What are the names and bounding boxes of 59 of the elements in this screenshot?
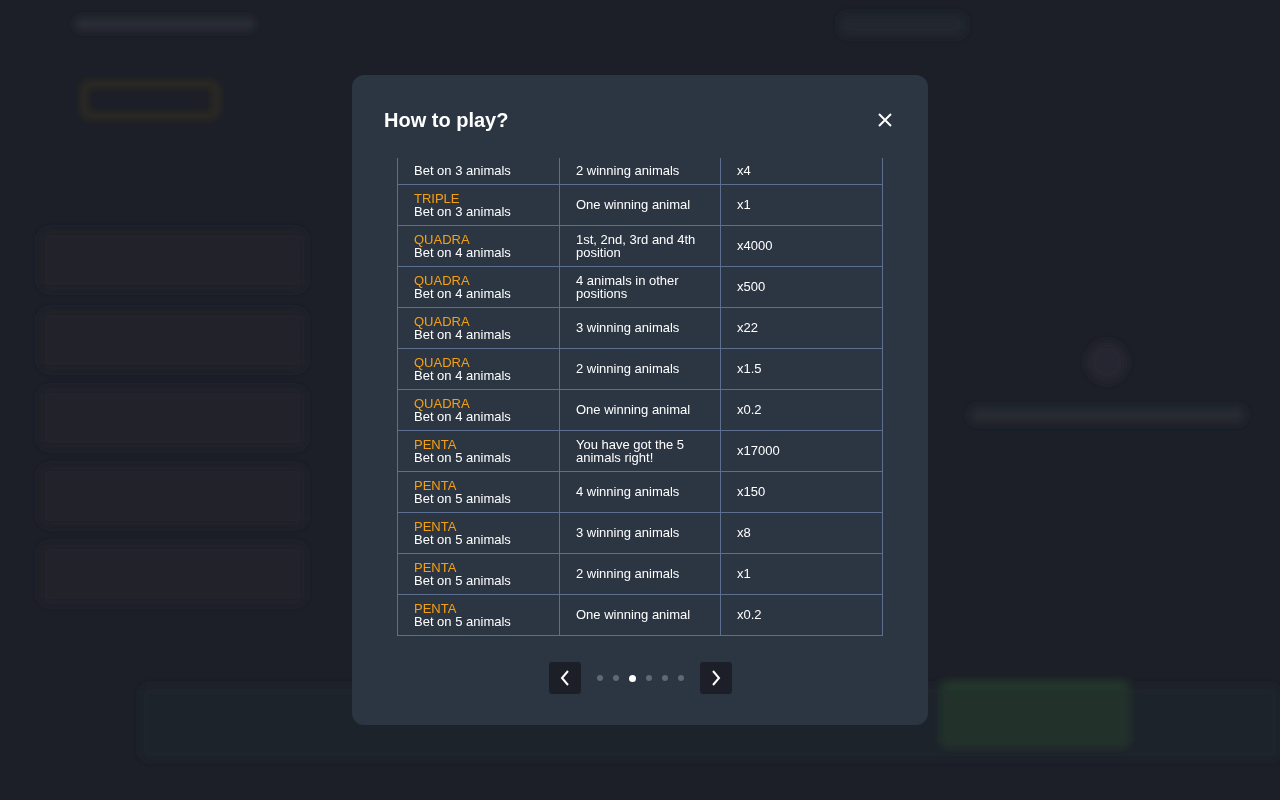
bet-type: PENTA bbox=[414, 560, 458, 574]
dialog-title: How to play? bbox=[384, 108, 509, 132]
table-cell: 2 winning animals bbox=[559, 554, 720, 594]
page-dot[interactable] bbox=[596, 675, 603, 681]
bet-description: Bet on 5 animals bbox=[414, 574, 512, 588]
bet-type: QUADRA bbox=[414, 232, 471, 246]
bet-description: Bet on 4 animals bbox=[414, 410, 512, 424]
table-cell: x150 bbox=[720, 472, 882, 512]
bet-type: QUADRA bbox=[414, 396, 471, 410]
page-dot[interactable] bbox=[645, 675, 652, 681]
table-cell: x0.2 bbox=[720, 595, 882, 635]
bet-description: Bet on 4 animals bbox=[414, 369, 512, 383]
page-dot[interactable] bbox=[677, 675, 684, 681]
bet-type: PENTA bbox=[414, 478, 458, 492]
bet-description: Bet on 5 animals bbox=[414, 615, 512, 629]
bet-description: Bet on 5 animals bbox=[414, 492, 512, 506]
chevron-right-icon bbox=[709, 669, 722, 687]
table-cell: 4 winning animals bbox=[559, 472, 720, 512]
table-cell: x4000 bbox=[720, 226, 882, 266]
table-cell: x17000 bbox=[720, 431, 882, 471]
table-cell: x500 bbox=[720, 267, 882, 307]
page-dot[interactable] bbox=[661, 675, 668, 681]
table-cell: 4 animals in other positions bbox=[559, 267, 720, 307]
table-cell: 2 winning animals bbox=[559, 158, 720, 184]
bet-description: Bet on 4 animals bbox=[414, 328, 512, 342]
bet-type: PENTA bbox=[414, 601, 458, 615]
bet-type: QUADRA bbox=[414, 355, 471, 369]
table-cell: x1.5 bbox=[720, 349, 882, 389]
table-cell: x0.2 bbox=[720, 390, 882, 430]
close-icon bbox=[877, 112, 893, 128]
table-cell: 1st, 2nd, 3rd and 4th position bbox=[559, 226, 720, 266]
page-dot[interactable] bbox=[628, 674, 636, 682]
bet-description: Bet on 3 animals bbox=[414, 205, 512, 219]
bet-type: PENTA bbox=[414, 519, 458, 533]
table-cell: One winning animal bbox=[559, 185, 720, 225]
table-cell: One winning animal bbox=[559, 595, 720, 635]
bet-type: PENTA bbox=[414, 437, 458, 451]
next-button[interactable] bbox=[699, 662, 732, 694]
table-cell: x22 bbox=[720, 308, 882, 348]
table-cell: 3 winning animals bbox=[559, 513, 720, 553]
table-cell: You have got the 5 animals right! bbox=[559, 431, 720, 471]
previous-button[interactable] bbox=[548, 662, 581, 694]
bet-type: TRIPLE bbox=[414, 191, 461, 205]
bet-description: Bet on 4 animals bbox=[414, 246, 512, 260]
bet-description: Bet on 5 animals bbox=[414, 451, 512, 465]
bet-type: QUADRA bbox=[414, 273, 471, 287]
table-cell: 2 winning animals bbox=[559, 349, 720, 389]
bet-description: Bet on 4 animals bbox=[414, 287, 512, 301]
table-cell: x1 bbox=[720, 185, 882, 225]
table-cell: x8 bbox=[720, 513, 882, 553]
table-cell: x1 bbox=[720, 554, 882, 594]
chevron-left-icon bbox=[558, 669, 571, 687]
bet-description: Bet on 3 animals bbox=[414, 164, 512, 178]
bet-description: Bet on 5 animals bbox=[414, 533, 512, 547]
page-dot[interactable] bbox=[612, 675, 619, 681]
table-cell: 3 winning animals bbox=[559, 308, 720, 348]
bet-type: QUADRA bbox=[414, 314, 471, 328]
table-cell: One winning animal bbox=[559, 390, 720, 430]
table-cell: x4 bbox=[720, 158, 882, 184]
